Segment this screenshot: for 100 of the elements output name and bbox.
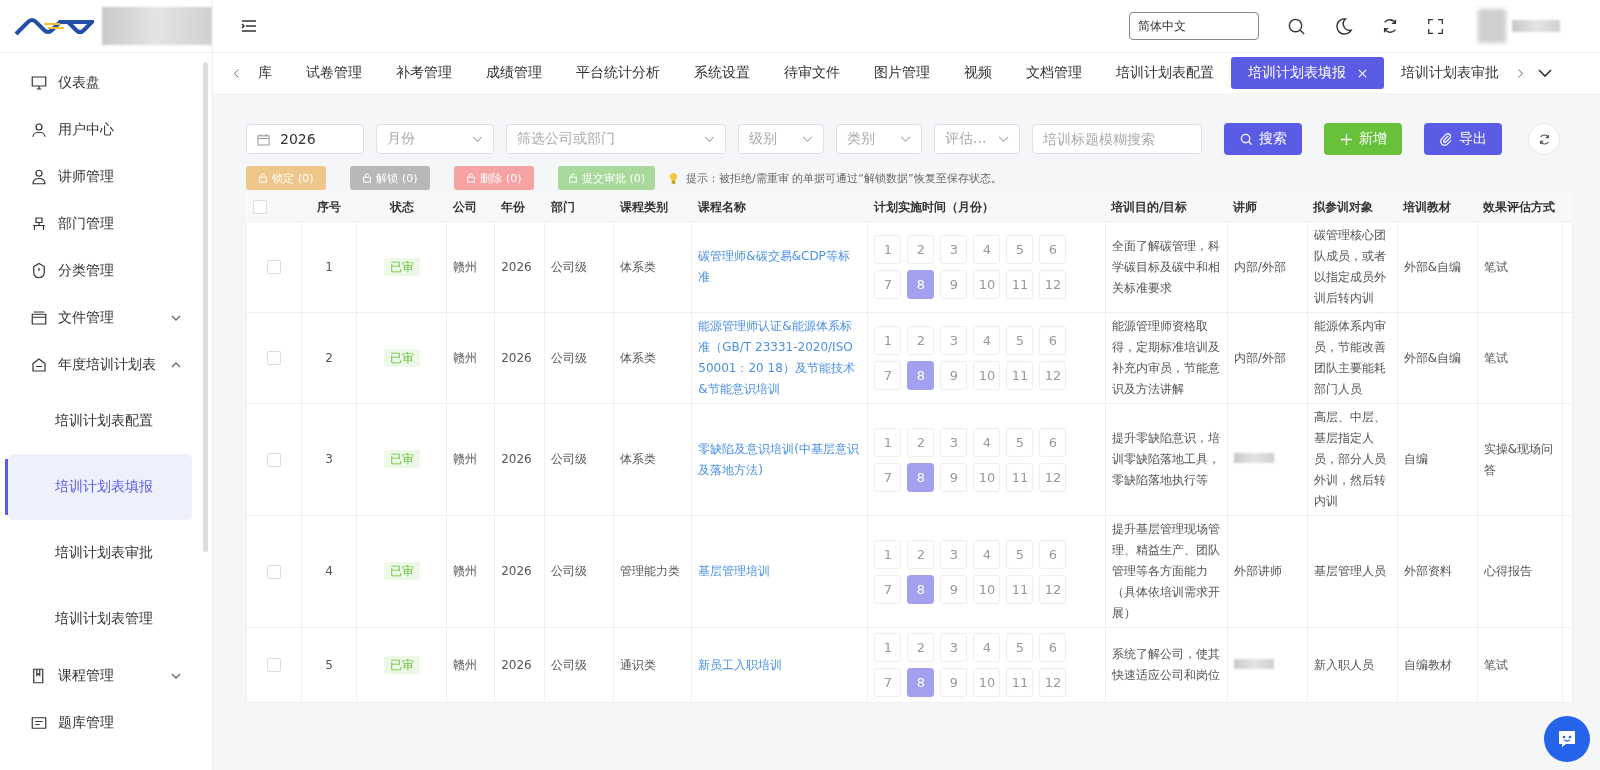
sidebar-subitem[interactable]: 培训计划表配置: [8, 388, 192, 454]
sidebar-item[interactable]: 题库管理: [0, 699, 212, 746]
row-checkbox[interactable]: [267, 658, 281, 672]
search-icon[interactable]: [1287, 16, 1306, 36]
month-chip[interactable]: 10: [973, 462, 1001, 492]
month-chip[interactable]: 1: [874, 633, 902, 662]
tab[interactable]: 培训计划表填报: [1231, 57, 1384, 89]
row-checkbox[interactable]: [267, 260, 281, 274]
month-chip[interactable]: 1: [874, 427, 902, 457]
close-icon[interactable]: [1358, 68, 1367, 78]
tab[interactable]: 视频: [947, 57, 1009, 89]
sidebar-subitem[interactable]: 培训计划表管理: [8, 586, 192, 652]
tab[interactable]: 试卷管理: [289, 57, 379, 89]
month-chip[interactable]: 9: [940, 462, 968, 492]
month-chip[interactable]: 12: [1039, 668, 1067, 697]
month-chip[interactable]: 9: [940, 361, 968, 390]
chevron-right-icon[interactable]: [1516, 67, 1524, 79]
row-checkbox[interactable]: [267, 452, 281, 467]
month-chip[interactable]: 7: [874, 270, 902, 299]
year-picker[interactable]: 2026: [246, 124, 364, 154]
month-chip[interactable]: 11: [1006, 574, 1034, 604]
month-chip[interactable]: 5: [1006, 427, 1034, 457]
search-field[interactable]: 培训标题模糊搜索: [1032, 124, 1202, 154]
month-chip[interactable]: 2: [907, 235, 935, 264]
month-chip[interactable]: 3: [940, 235, 968, 264]
sidebar-item[interactable]: 年度培训计划表: [0, 341, 212, 388]
tab[interactable]: 成绩管理: [469, 57, 559, 89]
sidebar-subitem[interactable]: 培训计划表填报: [8, 454, 192, 520]
month-chip[interactable]: 3: [940, 427, 968, 457]
month-chip[interactable]: 8: [907, 270, 935, 299]
month-chip[interactable]: 11: [1006, 462, 1034, 492]
month-chip[interactable]: 12: [1039, 462, 1067, 492]
sidebar-item[interactable]: 部门管理: [0, 200, 212, 247]
month-chip[interactable]: 6: [1039, 633, 1067, 662]
tab[interactable]: 培训计划表配置: [1099, 57, 1231, 89]
month-chip[interactable]: 11: [1006, 668, 1034, 697]
month-chip[interactable]: 12: [1039, 270, 1067, 299]
month-chip[interactable]: 10: [973, 668, 1001, 697]
filter-select[interactable]: 筛选公司或部门: [506, 124, 726, 154]
month-chip[interactable]: 11: [1006, 270, 1034, 299]
row-checkbox[interactable]: [267, 351, 281, 365]
tab[interactable]: 培训计划表审批: [1384, 57, 1516, 89]
month-chip[interactable]: 7: [874, 361, 902, 390]
filter-select[interactable]: 评估...: [934, 124, 1020, 154]
month-chip[interactable]: 5: [1006, 633, 1034, 662]
filter-select[interactable]: 月份: [376, 124, 494, 154]
month-chip[interactable]: 6: [1039, 427, 1067, 457]
select-all-checkbox[interactable]: [252, 200, 267, 215]
month-chip[interactable]: 8: [907, 361, 935, 390]
fullscreen-icon[interactable]: [1427, 17, 1444, 35]
course-link[interactable]: 基层管理培训: [698, 561, 862, 582]
month-chip[interactable]: 4: [973, 235, 1001, 264]
language-select[interactable]: 简体中文: [1129, 12, 1259, 40]
filter-select[interactable]: 级别: [738, 124, 824, 154]
month-chip[interactable]: 6: [1039, 235, 1067, 264]
month-chip[interactable]: 4: [973, 326, 1001, 355]
refresh-button[interactable]: [1528, 123, 1560, 155]
month-chip[interactable]: 4: [973, 633, 1001, 662]
month-chip[interactable]: 4: [973, 539, 1001, 569]
month-chip[interactable]: 10: [973, 574, 1001, 604]
month-chip[interactable]: 4: [973, 427, 1001, 457]
month-chip[interactable]: 10: [973, 361, 1001, 390]
chevron-left-icon[interactable]: [233, 67, 241, 79]
month-chip[interactable]: 8: [907, 574, 935, 604]
sidebar-item[interactable]: 仪表盘: [0, 59, 212, 106]
month-chip[interactable]: 7: [874, 668, 902, 697]
month-chip[interactable]: 6: [1039, 539, 1067, 569]
month-chip[interactable]: 11: [1006, 361, 1034, 390]
filter-button[interactable]: 导出: [1424, 123, 1502, 155]
month-chip[interactable]: 2: [907, 633, 935, 662]
row-checkbox[interactable]: [267, 564, 281, 579]
sidebar-item[interactable]: 分类管理: [0, 247, 212, 294]
month-chip[interactable]: 7: [874, 462, 902, 492]
month-chip[interactable]: 9: [940, 270, 968, 299]
chevron-down-icon[interactable]: [1538, 68, 1552, 78]
month-chip[interactable]: 7: [874, 574, 902, 604]
sidebar-item[interactable]: 文件管理: [0, 294, 212, 341]
tab[interactable]: 文档管理: [1009, 57, 1099, 89]
month-chip[interactable]: 2: [907, 539, 935, 569]
month-chip[interactable]: 6: [1039, 326, 1067, 355]
month-chip[interactable]: 12: [1039, 361, 1067, 390]
month-chip[interactable]: 1: [874, 539, 902, 569]
month-chip[interactable]: 5: [1006, 539, 1034, 569]
month-chip[interactable]: 5: [1006, 326, 1034, 355]
sidebar-item[interactable]: 课程管理: [0, 652, 212, 699]
tab[interactable]: 待审文件: [767, 57, 857, 89]
sidebar-item[interactable]: 用户中心: [0, 106, 212, 153]
filter-button[interactable]: 搜索: [1224, 123, 1302, 155]
month-chip[interactable]: 10: [973, 270, 1001, 299]
month-chip[interactable]: 3: [940, 326, 968, 355]
tab[interactable]: 平台统计分析: [559, 57, 677, 89]
month-chip[interactable]: 2: [907, 427, 935, 457]
sidebar-subitem[interactable]: 培训计划表审批: [8, 520, 192, 586]
moon-icon[interactable]: [1334, 16, 1353, 36]
refresh-icon[interactable]: [1381, 17, 1399, 35]
month-chip[interactable]: 9: [940, 574, 968, 604]
tab[interactable]: 库: [241, 57, 289, 89]
tab[interactable]: 系统设置: [677, 57, 767, 89]
month-chip[interactable]: 9: [940, 668, 968, 697]
tab[interactable]: 图片管理: [857, 57, 947, 89]
